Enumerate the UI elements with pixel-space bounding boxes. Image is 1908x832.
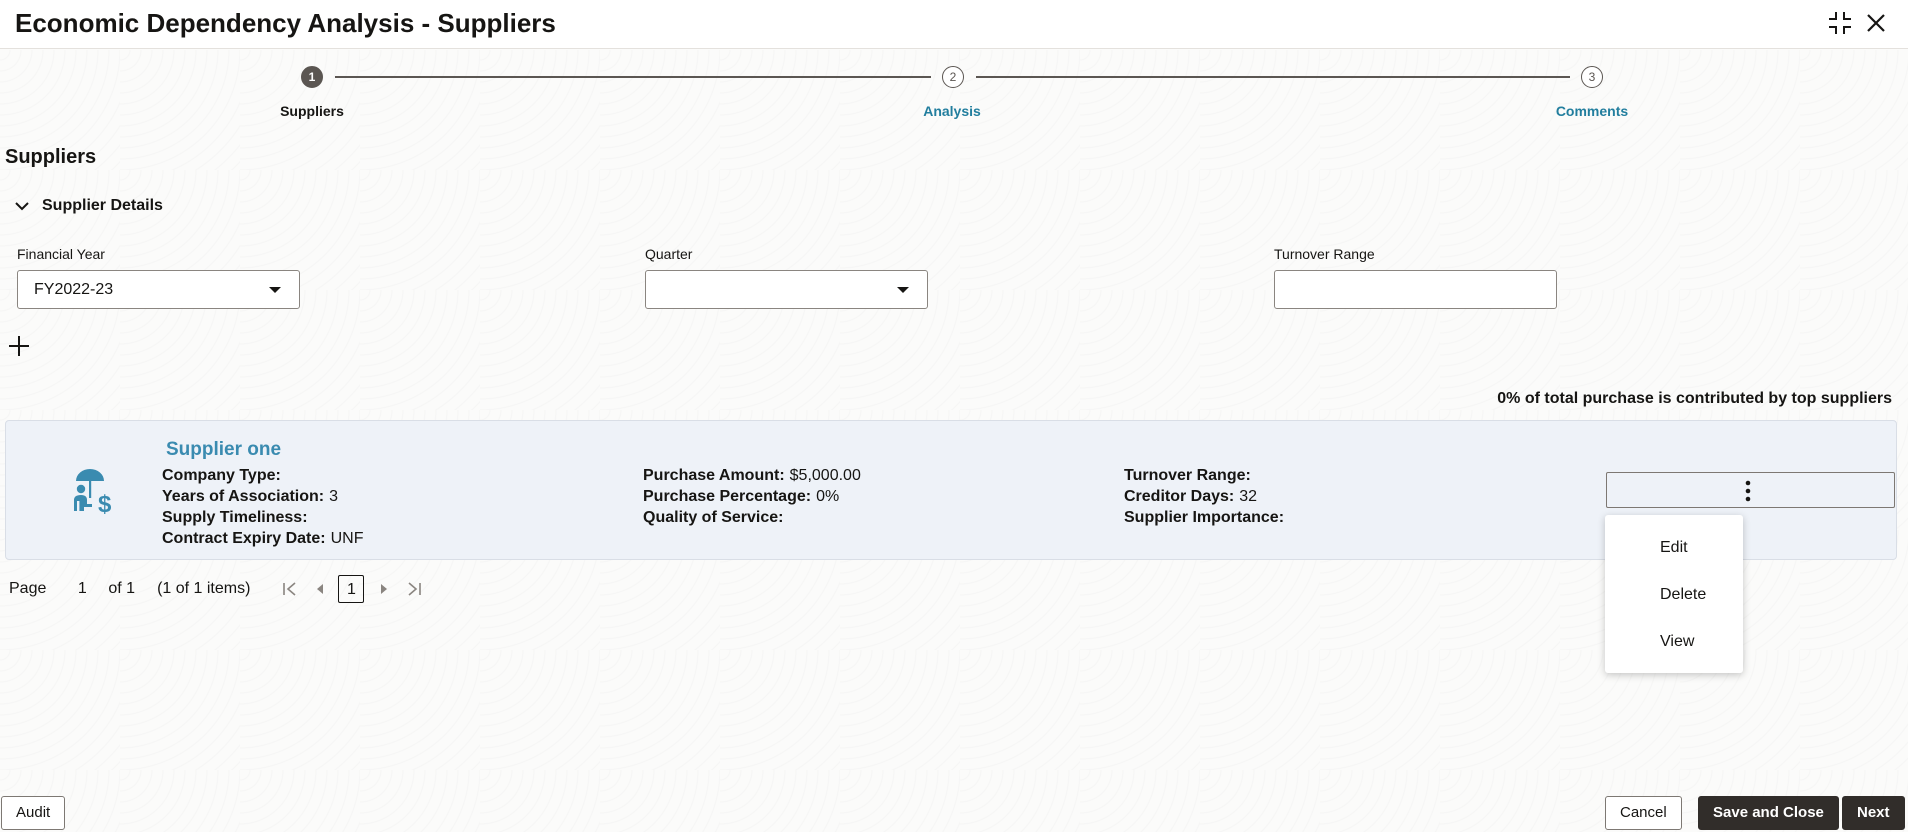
menu-item-edit[interactable]: Edit — [1605, 525, 1743, 571]
cancel-button[interactable]: Cancel — [1605, 796, 1682, 830]
company-type-field: Company Type: — [162, 467, 286, 485]
last-page-icon[interactable] — [404, 579, 424, 599]
step-connector — [335, 76, 931, 78]
paging-control: Page 1 of 1 (1 of 1 items) 1 — [9, 574, 424, 604]
menu-item-delete[interactable]: Delete — [1605, 572, 1743, 618]
chevron-down-icon — [15, 202, 29, 211]
supply-timeliness-field: Supply Timeliness: — [162, 509, 313, 527]
creditor-days-key: Creditor Days: — [1124, 488, 1235, 505]
quarter-label: Quarter — [645, 246, 693, 262]
caret-down-icon — [897, 287, 909, 293]
collapse-icon[interactable] — [1826, 9, 1854, 37]
purchase-percentage-field: Purchase Percentage: 0% — [643, 488, 839, 506]
first-page-icon[interactable] — [280, 579, 300, 599]
train-stepper: 1 2 3 Suppliers Analysis Comments — [0, 62, 1908, 122]
creditor-days-value: 32 — [1239, 488, 1258, 505]
close-icon[interactable] — [1862, 9, 1890, 37]
contract-expiry-date-key: Contract Expiry Date: — [162, 530, 326, 547]
purchase-amount-field: Purchase Amount: $5,000.00 — [643, 467, 861, 485]
dialog-header: Economic Dependency Analysis - Suppliers — [0, 0, 1908, 49]
supplier-importance-key: Supplier Importance: — [1124, 509, 1285, 526]
page-of-label: of 1 — [108, 580, 136, 597]
more-actions-button[interactable] — [1606, 472, 1895, 508]
purchase-amount-value: $5,000.00 — [789, 467, 861, 484]
purchase-percentage-value: 0% — [816, 488, 840, 505]
subsection-title: Supplier Details — [42, 197, 163, 214]
supplier-money-icon: $ — [72, 467, 118, 518]
step-2-circle[interactable]: 2 — [942, 66, 964, 88]
next-button[interactable]: Next — [1842, 796, 1905, 830]
supplier-importance-field: Supplier Importance: — [1124, 509, 1289, 527]
creditor-days-field: Creditor Days: 32 — [1124, 488, 1257, 506]
supplier-name-link[interactable]: Supplier one — [166, 439, 281, 461]
financial-year-label: Financial Year — [17, 246, 105, 262]
save-and-close-button[interactable]: Save and Close — [1698, 796, 1839, 830]
page-label: Page — [9, 580, 47, 597]
financial-year-value: FY2022-23 — [34, 281, 114, 298]
next-page-icon[interactable] — [374, 579, 394, 599]
svg-text:$: $ — [98, 491, 112, 517]
step-3-label[interactable]: Comments — [1492, 103, 1692, 119]
quality-of-service-key: Quality of Service: — [643, 509, 784, 526]
company-type-key: Company Type: — [162, 467, 281, 484]
years-of-association-key: Years of Association: — [162, 488, 325, 505]
quarter-select[interactable] — [645, 270, 928, 309]
menu-item-view[interactable]: View — [1605, 619, 1743, 665]
contract-expiry-date-value: UNF — [330, 530, 364, 547]
previous-page-icon[interactable] — [310, 579, 330, 599]
step-1-label[interactable]: Suppliers — [212, 103, 412, 119]
supplier-details-toggle[interactable]: Supplier Details — [14, 194, 163, 218]
turnover-range-label: Turnover Range — [1274, 246, 1375, 262]
caret-down-icon — [269, 287, 281, 293]
step-1-circle[interactable]: 1 — [301, 66, 323, 88]
current-page-button[interactable]: 1 — [338, 575, 365, 603]
financial-year-select[interactable]: FY2022-23 — [17, 270, 300, 309]
dialog-footer: Audit Cancel Save and Close Next — [0, 796, 1908, 832]
actions-menu: Edit Delete View — [1605, 515, 1743, 673]
turnover-range-input[interactable] — [1274, 270, 1557, 309]
add-icon[interactable] — [8, 335, 30, 357]
page-title: Economic Dependency Analysis - Suppliers — [15, 8, 556, 38]
years-of-association-field: Years of Association: 3 — [162, 488, 338, 506]
turnover-range-key: Turnover Range: — [1124, 467, 1251, 484]
section-title: Suppliers — [5, 146, 97, 168]
purchase-summary: 0% of total purchase is contributed by t… — [1497, 390, 1892, 407]
items-summary: (1 of 1 items) — [157, 580, 251, 597]
supply-timeliness-key: Supply Timeliness: — [162, 509, 308, 526]
step-3-circle[interactable]: 3 — [1581, 66, 1603, 88]
step-connector — [976, 76, 1570, 78]
quality-of-service-field: Quality of Service: — [643, 509, 789, 527]
page-input[interactable]: 1 — [68, 580, 96, 598]
kebab-icon — [1745, 480, 1751, 502]
years-of-association-value: 3 — [329, 488, 339, 505]
step-2-label[interactable]: Analysis — [852, 103, 1052, 119]
audit-button[interactable]: Audit — [1, 796, 66, 830]
turnover-range-field: Turnover Range: — [1124, 467, 1256, 485]
purchase-percentage-key: Purchase Percentage: — [643, 488, 812, 505]
purchase-amount-key: Purchase Amount: — [643, 467, 785, 484]
contract-expiry-date-field: Contract Expiry Date: UNF — [162, 530, 363, 548]
